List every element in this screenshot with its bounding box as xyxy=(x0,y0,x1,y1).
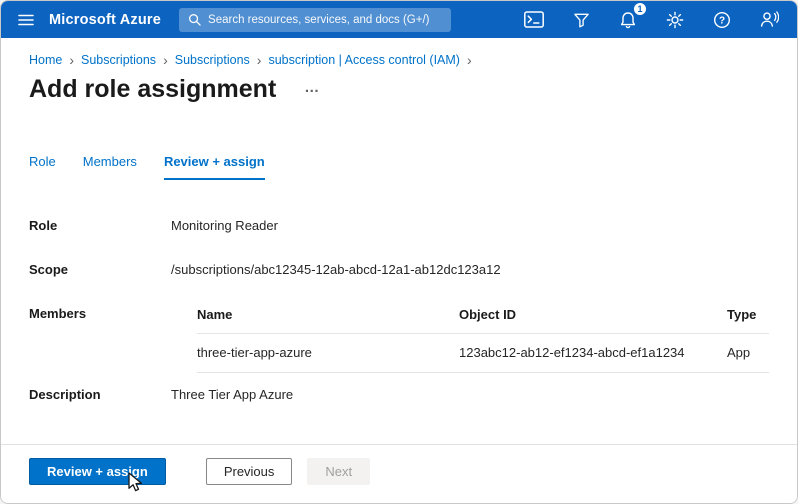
previous-button[interactable]: Previous xyxy=(206,458,293,485)
page-header: Add role assignment … xyxy=(1,67,797,104)
breadcrumb-subscriptions-2[interactable]: Subscriptions xyxy=(175,53,250,67)
column-header-type: Type xyxy=(727,307,769,322)
brand-title: Microsoft Azure xyxy=(49,12,161,28)
next-button[interactable]: Next xyxy=(307,458,370,485)
global-search[interactable] xyxy=(179,8,451,32)
settings-gear-icon[interactable] xyxy=(663,8,687,32)
breadcrumb-separator: › xyxy=(163,53,168,67)
scope-value: /subscriptions/abc12345-12ab-abcd-12a1-a… xyxy=(171,262,501,277)
table-row[interactable]: three-tier-app-azure 123abc12-ab12-ef123… xyxy=(197,334,769,373)
top-bar: Microsoft Azure 1 ? xyxy=(1,1,797,38)
breadcrumb: Home › Subscriptions › Subscriptions › s… xyxy=(1,38,797,67)
cloud-shell-icon[interactable] xyxy=(522,8,546,32)
directory-filter-icon[interactable] xyxy=(569,8,593,32)
page-title: Add role assignment xyxy=(29,75,276,104)
tab-review-assign[interactable]: Review + assign xyxy=(164,154,265,180)
role-label: Role xyxy=(29,218,171,233)
description-label: Description xyxy=(29,387,171,402)
breadcrumb-separator: › xyxy=(467,53,472,67)
more-commands-ellipsis-icon[interactable]: … xyxy=(304,79,320,96)
feedback-icon[interactable] xyxy=(757,8,781,32)
scope-label: Scope xyxy=(29,262,171,277)
topbar-actions: 1 ? xyxy=(522,8,781,32)
member-object-id: 123abc12-ab12-ef1234-abcd-ef1a1234 xyxy=(459,345,727,360)
review-assign-button[interactable]: Review + assign xyxy=(29,458,166,485)
column-header-object-id: Object ID xyxy=(459,307,727,322)
role-value: Monitoring Reader xyxy=(171,218,278,233)
hamburger-menu-icon[interactable] xyxy=(13,7,39,33)
search-icon xyxy=(188,13,201,26)
scope-field: Scope /subscriptions/abc12345-12ab-abcd-… xyxy=(29,262,769,277)
description-field: Description Three Tier App Azure xyxy=(29,387,769,402)
footer-action-bar: Review + assign Previous Next xyxy=(1,444,797,503)
notification-count-badge: 1 xyxy=(633,2,647,16)
members-table-header: Name Object ID Type xyxy=(197,306,769,334)
tab-role[interactable]: Role xyxy=(29,154,56,180)
members-field: Members Name Object ID Type three-tier-a… xyxy=(29,306,769,373)
members-label: Members xyxy=(29,306,171,373)
breadcrumb-access-control-iam[interactable]: subscription | Access control (IAM) xyxy=(268,53,460,67)
role-field: Role Monitoring Reader xyxy=(29,218,769,233)
members-table: Name Object ID Type three-tier-app-azure… xyxy=(171,306,769,373)
svg-text:?: ? xyxy=(719,15,725,26)
tab-bar: Role Members Review + assign xyxy=(29,154,797,180)
azure-portal-window: Microsoft Azure 1 ? xyxy=(0,0,798,504)
member-name: three-tier-app-azure xyxy=(197,345,459,360)
breadcrumb-subscriptions[interactable]: Subscriptions xyxy=(81,53,156,67)
review-panel: Role Monitoring Reader Scope /subscripti… xyxy=(1,180,797,402)
search-input[interactable] xyxy=(208,14,442,26)
breadcrumb-separator: › xyxy=(69,53,74,67)
breadcrumb-home[interactable]: Home xyxy=(29,53,62,67)
help-icon[interactable]: ? xyxy=(710,8,734,32)
tab-members[interactable]: Members xyxy=(83,154,137,180)
member-type: App xyxy=(727,345,769,360)
column-header-name: Name xyxy=(197,307,459,322)
notifications-bell-icon[interactable]: 1 xyxy=(616,8,640,32)
breadcrumb-separator: › xyxy=(257,53,262,67)
description-value: Three Tier App Azure xyxy=(171,387,293,402)
